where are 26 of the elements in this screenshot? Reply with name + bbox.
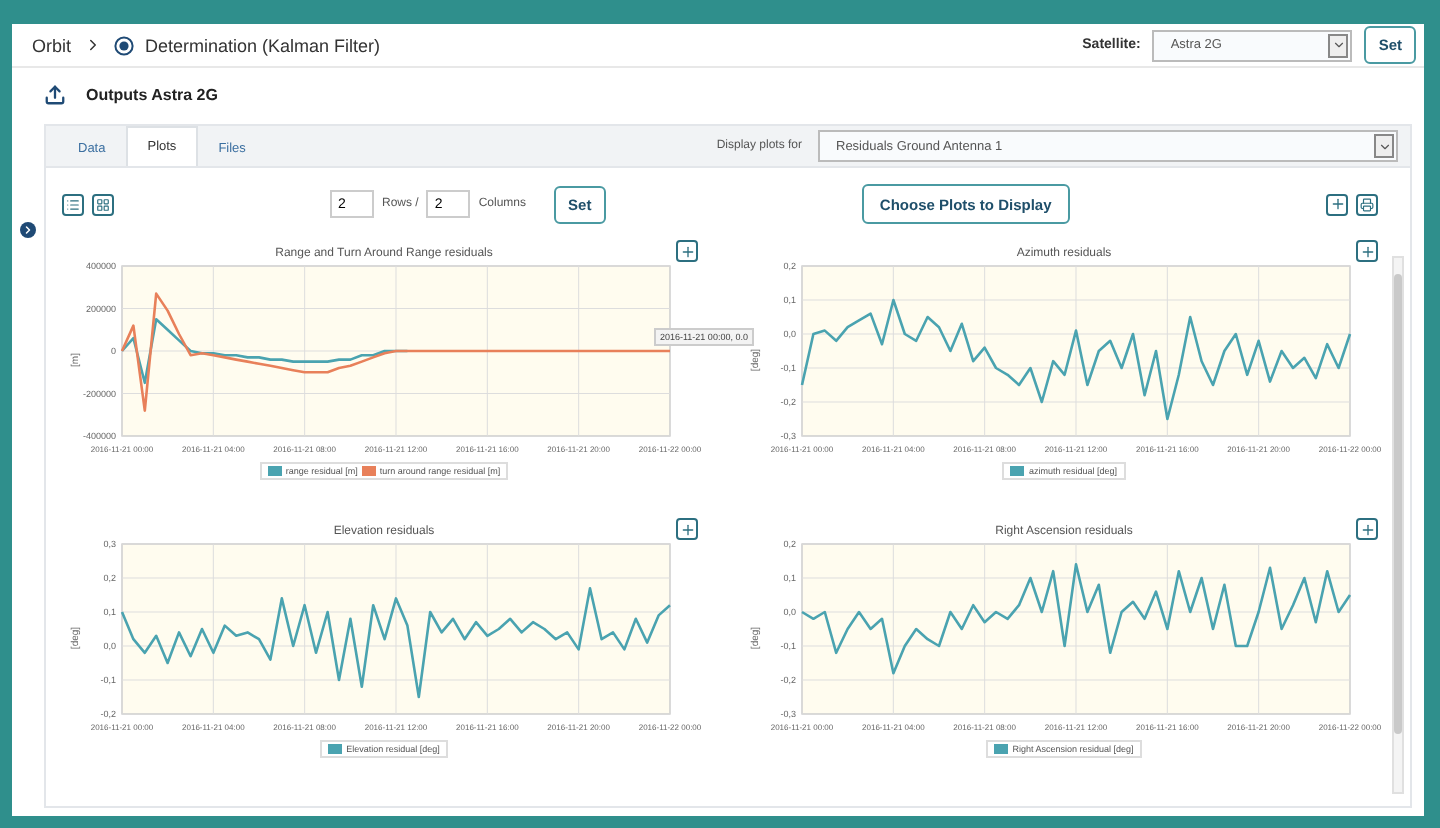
scrollbar[interactable] [1392, 256, 1404, 794]
list-icon [66, 197, 80, 211]
print-button[interactable] [1356, 193, 1378, 215]
plus-icon [679, 243, 695, 259]
add-plot-button[interactable] [676, 240, 698, 262]
breadcrumb-link[interactable]: Orbit [32, 35, 72, 55]
add-plot-button[interactable] [1356, 518, 1378, 540]
grid-icon [96, 197, 110, 211]
printer-icon [1360, 197, 1374, 211]
section-title: Outputs Astra 2G [86, 85, 218, 103]
caret-icon [1377, 139, 1391, 153]
add-plot-button[interactable] [676, 518, 698, 540]
add-button[interactable] [1326, 193, 1348, 215]
grid-layout-button[interactable] [92, 193, 114, 215]
plus-icon [1359, 243, 1375, 259]
plus-icon [1359, 521, 1375, 537]
radio-dot-icon [113, 35, 134, 55]
list-layout-button[interactable] [62, 193, 84, 215]
breadcrumb-current: Determination (Kalman Filter) [145, 35, 381, 55]
chevron-icon [22, 224, 34, 236]
upload-icon [44, 83, 66, 105]
expand-sidebar-icon[interactable] [20, 222, 36, 238]
add-plot-button[interactable] [1356, 240, 1378, 262]
plus-icon [679, 521, 695, 537]
plus-icon [1329, 196, 1345, 212]
caret-icon [1331, 38, 1346, 52]
